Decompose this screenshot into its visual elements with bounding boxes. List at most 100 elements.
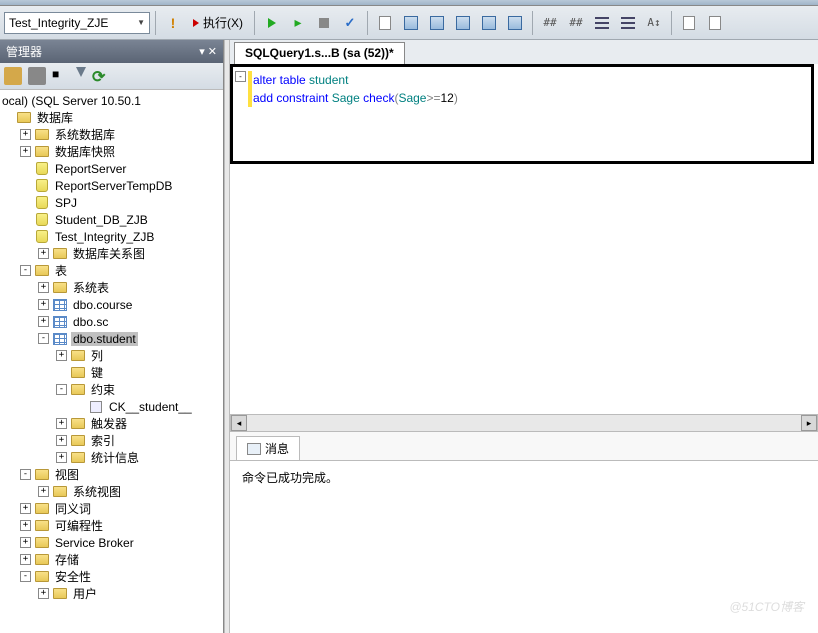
expander-icon[interactable]: +	[56, 452, 67, 463]
scroll-right-button[interactable]: ▸	[801, 415, 817, 431]
tree-node[interactable]: Test_Integrity_ZJB	[0, 228, 223, 245]
tree-node[interactable]: ReportServer	[0, 160, 223, 177]
scroll-left-button[interactable]: ◂	[231, 415, 247, 431]
tree-node[interactable]: + 可编程性	[0, 517, 223, 534]
expander-icon[interactable]: +	[38, 248, 49, 259]
filter-icon[interactable]	[76, 67, 86, 77]
grid3-icon	[456, 16, 470, 30]
refresh-icon[interactable]: ⟳	[92, 67, 110, 85]
expander-icon[interactable]: +	[56, 418, 67, 429]
expander-icon[interactable]: +	[38, 486, 49, 497]
tree-node[interactable]: +Service Broker	[0, 534, 223, 551]
debug-button[interactable]	[260, 11, 284, 35]
expander-icon[interactable]: +	[38, 588, 49, 599]
expander-icon[interactable]: +	[20, 129, 31, 140]
format-button[interactable]: A↕	[642, 11, 666, 35]
parse-button[interactable]: ✓	[338, 11, 362, 35]
tree-node[interactable]: +统计信息	[0, 449, 223, 466]
node-label: ReportServer	[53, 162, 128, 176]
expander-icon[interactable]: -	[38, 333, 49, 344]
tree-node[interactable]: +系统数据库	[0, 126, 223, 143]
indent-button[interactable]	[616, 11, 640, 35]
tree-node[interactable]: +列	[0, 347, 223, 364]
expander-icon[interactable]: +	[20, 537, 31, 548]
tree-node[interactable]: -视图	[0, 466, 223, 483]
expander-icon[interactable]: +	[20, 503, 31, 514]
tree-node[interactable]: + dbo.course	[0, 296, 223, 313]
tree-node[interactable]: +数据库关系图	[0, 245, 223, 262]
client-stats-button[interactable]	[477, 11, 501, 35]
pin-icon[interactable]: ▾ ✕	[199, 45, 217, 58]
uncomment-button[interactable]: ##	[564, 11, 588, 35]
query-tab[interactable]: SQLQuery1.s...B (sa (52))*	[234, 42, 405, 64]
folder-icon	[52, 587, 68, 601]
db-icon	[34, 196, 50, 210]
tree-node[interactable]: CK__student__	[0, 398, 223, 415]
server-node[interactable]: ocal) (SQL Server 10.50.1	[0, 92, 223, 109]
expander-icon[interactable]: -	[20, 265, 31, 276]
outdent-button[interactable]	[590, 11, 614, 35]
include-plan-button[interactable]	[451, 11, 475, 35]
expander-icon[interactable]: +	[56, 350, 67, 361]
tree-node[interactable]: 键	[0, 364, 223, 381]
horizontal-scrollbar[interactable]: ◂ ▸	[230, 414, 818, 432]
code-line-2: add constraint Sage check(Sage>=12)	[253, 89, 811, 107]
expander-icon[interactable]: +	[20, 554, 31, 565]
tree-node[interactable]: +数据库快照	[0, 143, 223, 160]
options-button[interactable]	[677, 11, 701, 35]
help-button[interactable]	[703, 11, 727, 35]
code-editor[interactable]: - alter table student add constraint Sag…	[230, 64, 814, 164]
tree-node[interactable]: 数据库	[0, 109, 223, 126]
execute-button[interactable]: 执行(X)	[187, 12, 249, 34]
expander-icon[interactable]: +	[20, 146, 31, 157]
debug-step-button[interactable]: ▸	[286, 11, 310, 35]
tree-node[interactable]: +dbo.sc	[0, 313, 223, 330]
tree-node[interactable]: ReportServerTempDB	[0, 177, 223, 194]
option-button[interactable]	[503, 11, 527, 35]
toolbar-separator	[532, 11, 533, 35]
validate-button[interactable]: !	[161, 11, 185, 35]
stop-button[interactable]	[312, 11, 336, 35]
tree-node[interactable]: +用户	[0, 585, 223, 602]
connect-icon[interactable]	[4, 67, 22, 85]
tree-node[interactable]: +索引	[0, 432, 223, 449]
object-explorer: 管理器 ▾ ✕ ■ ⟳ ocal) (SQL Server 10.50.1 数据…	[0, 40, 224, 633]
results-file-button[interactable]	[425, 11, 449, 35]
tree-node[interactable]: +同义词	[0, 500, 223, 517]
tree-node[interactable]: +存储	[0, 551, 223, 568]
tree-node[interactable]: -dbo.student	[0, 330, 223, 347]
messages-tab[interactable]: 消息	[236, 436, 300, 460]
results-grid-button[interactable]	[373, 11, 397, 35]
expander-icon[interactable]: +	[56, 435, 67, 446]
database-selector[interactable]: Test_Integrity_ZJE ▼	[4, 12, 150, 34]
result-message: 命令已成功完成。	[242, 471, 338, 485]
folder-icon	[34, 264, 50, 278]
disconnect-icon[interactable]	[28, 67, 46, 85]
expander-icon[interactable]: +	[38, 316, 49, 327]
folder-icon	[70, 349, 86, 363]
tree-node[interactable]: +系统视图	[0, 483, 223, 500]
stop-icon[interactable]: ■	[52, 67, 70, 85]
results-text-button[interactable]	[399, 11, 423, 35]
server-label: ocal) (SQL Server 10.50.1	[0, 94, 143, 108]
comment-button[interactable]: ##	[538, 11, 562, 35]
folder-icon	[52, 281, 68, 295]
expander-icon[interactable]: -	[20, 571, 31, 582]
expander-icon[interactable]: +	[38, 299, 49, 310]
tree-node[interactable]: Student_DB_ZJB	[0, 211, 223, 228]
node-label: dbo.course	[71, 298, 134, 312]
tree-node[interactable]: +触发器	[0, 415, 223, 432]
expander-icon[interactable]: +	[20, 520, 31, 531]
collapse-icon[interactable]: -	[235, 71, 246, 82]
tree-node[interactable]: -表	[0, 262, 223, 279]
play-icon	[193, 19, 199, 27]
expander-icon[interactable]: +	[38, 282, 49, 293]
expander-icon[interactable]: -	[56, 384, 67, 395]
object-tree[interactable]: ocal) (SQL Server 10.50.1 数据库+系统数据库+数据库快…	[0, 90, 223, 633]
tree-node[interactable]: +系统表	[0, 279, 223, 296]
tree-node[interactable]: -约束	[0, 381, 223, 398]
expander-icon[interactable]: -	[20, 469, 31, 480]
tree-node[interactable]: SPJ	[0, 194, 223, 211]
tree-node[interactable]: -安全性	[0, 568, 223, 585]
node-label: 可编程性	[53, 517, 105, 534]
